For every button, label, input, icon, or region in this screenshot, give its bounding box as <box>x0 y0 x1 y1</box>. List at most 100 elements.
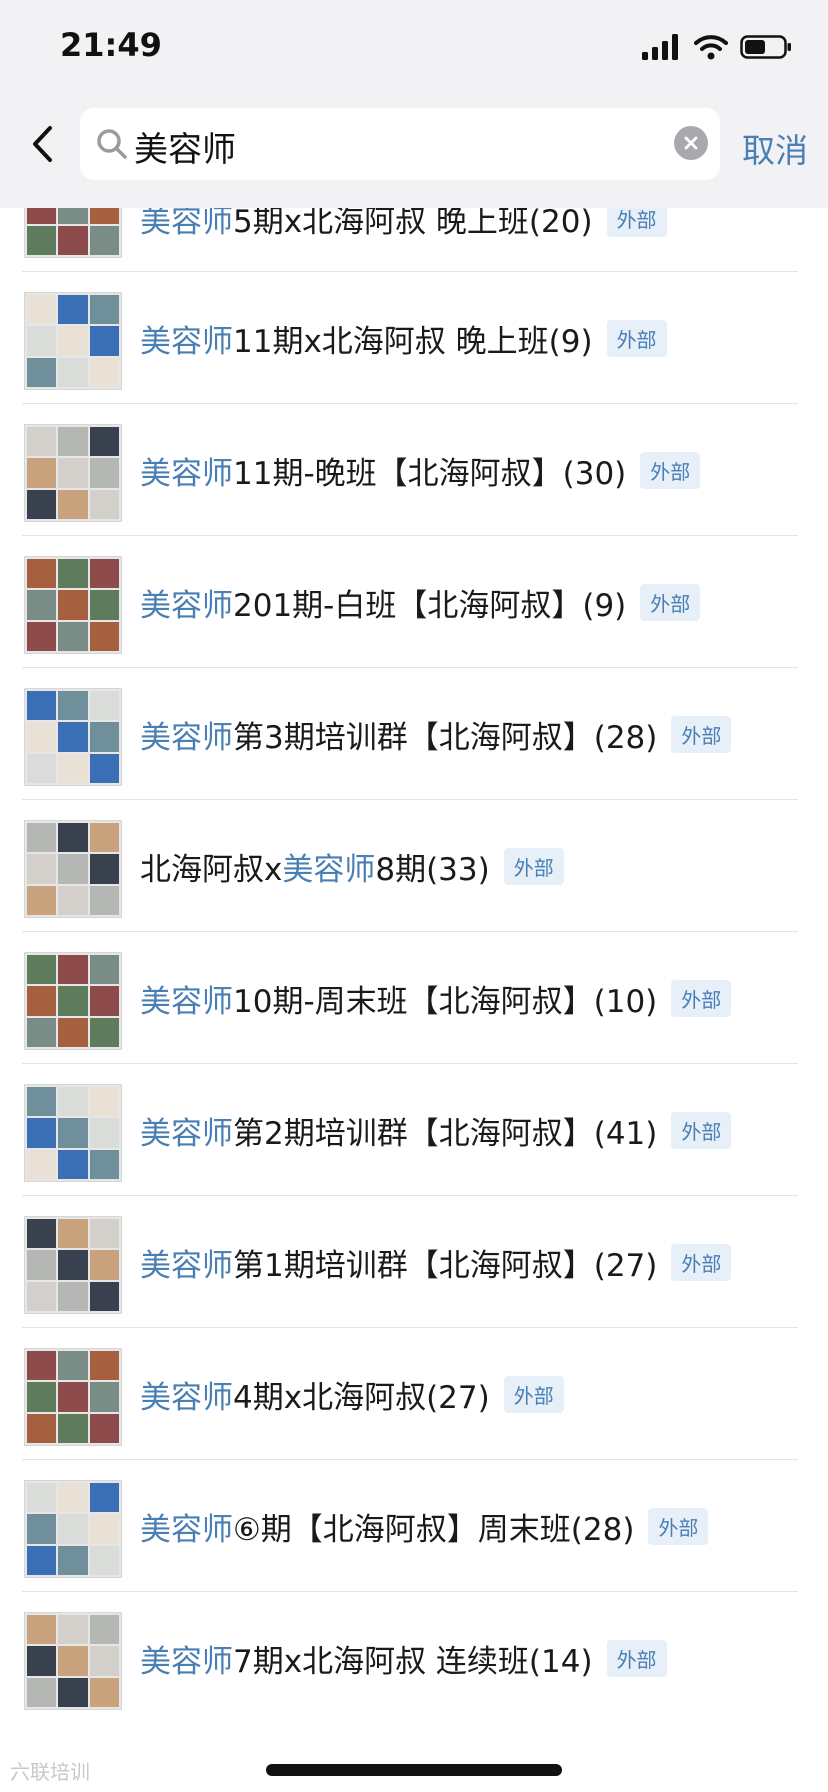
group-chat-row[interactable]: 美容师 第2期培训群【北海阿叔】(41) 外部 <box>22 1064 798 1196</box>
group-chat-row[interactable]: 美容师 10期-周末班【北海阿叔】(10) 外部 <box>22 932 798 1064</box>
member-avatar-tile <box>27 1413 57 1443</box>
member-avatar-tile <box>89 590 119 620</box>
group-title: 美容师 201期-白班【北海阿叔】(9) 外部 <box>140 580 701 625</box>
member-avatar-tile <box>58 1281 88 1311</box>
search-icon <box>97 129 127 159</box>
member-avatar-tile <box>89 1351 119 1381</box>
member-avatar-tile <box>58 1250 88 1280</box>
member-avatar-tile <box>58 986 88 1016</box>
group-chat-row[interactable]: 美容师 第3期培训群【北海阿叔】(28) 外部 <box>22 668 798 800</box>
member-avatar-tile <box>89 1677 119 1707</box>
group-chat-row[interactable]: 美容师 11期-晚班【北海阿叔】(30) 外部 <box>22 404 798 536</box>
group-chat-row[interactable]: 美容师 5期x北海阿叔 晚上班(20) 外部 <box>22 160 798 272</box>
member-avatar-tile <box>58 326 88 356</box>
member-avatar-tile <box>58 489 88 519</box>
member-avatar-tile <box>58 1514 88 1544</box>
group-title-suffix: 4期x北海阿叔(27) <box>233 1380 490 1416</box>
member-avatar-tile <box>27 1250 57 1280</box>
member-avatar-tile <box>27 691 57 721</box>
status-icons <box>642 34 792 60</box>
group-title-suffix: 7期x北海阿叔 连续班(14) <box>233 1644 593 1680</box>
group-title-suffix: 201期-白班【北海阿叔】(9) <box>233 588 627 624</box>
member-avatar-tile <box>58 1017 88 1047</box>
group-title-highlight: 美容师 <box>140 1116 233 1152</box>
group-title-highlight: 美容师 <box>282 852 376 888</box>
external-badge: 外部 <box>671 1244 732 1281</box>
member-avatar-tile <box>89 1250 119 1280</box>
external-badge: 外部 <box>606 320 667 357</box>
member-avatar-tile <box>89 1219 119 1249</box>
member-avatar-tile <box>58 1677 88 1707</box>
group-avatar <box>24 952 122 1050</box>
search-input[interactable]: 美容师 <box>80 108 720 180</box>
group-title: 美容师 4期x北海阿叔(27) 外部 <box>140 1372 564 1417</box>
member-avatar-tile <box>89 1514 119 1544</box>
member-avatar-tile <box>89 823 119 853</box>
member-avatar-tile <box>89 489 119 519</box>
member-avatar-tile <box>89 955 119 985</box>
search-header: 美容师 取消 <box>0 96 828 208</box>
group-chat-row[interactable]: 北海阿叔x 美容师 8期(33) 外部 <box>22 800 798 932</box>
external-badge: 外部 <box>503 848 564 885</box>
external-badge: 外部 <box>640 584 701 621</box>
member-avatar-tile <box>27 1677 57 1707</box>
clear-search-button[interactable] <box>674 126 708 160</box>
member-avatar-tile <box>27 1514 57 1544</box>
member-avatar-tile <box>27 590 57 620</box>
member-avatar-tile <box>27 1545 57 1575</box>
member-avatar-tile <box>27 753 57 783</box>
member-avatar-tile <box>89 753 119 783</box>
member-avatar-tile <box>27 823 57 853</box>
member-avatar-tile <box>27 621 57 651</box>
group-title-highlight: 美容师 <box>140 588 233 624</box>
member-avatar-tile <box>58 722 88 752</box>
member-avatar-tile <box>58 1413 88 1443</box>
group-chat-row[interactable]: 美容师 4期x北海阿叔(27) 外部 <box>22 1328 798 1460</box>
member-avatar-tile <box>58 621 88 651</box>
group-title: 美容师 第3期培训群【北海阿叔】(28) 外部 <box>140 712 732 757</box>
member-avatar-tile <box>27 722 57 752</box>
cancel-button[interactable]: 取消 <box>742 124 808 172</box>
member-avatar-tile <box>58 854 88 884</box>
member-avatar-tile <box>27 489 57 519</box>
member-avatar-tile <box>89 357 119 387</box>
member-avatar-tile <box>58 559 88 589</box>
group-title-highlight: 美容师 <box>140 1644 233 1680</box>
member-avatar-tile <box>58 1087 88 1117</box>
member-avatar-tile <box>27 295 57 325</box>
group-title-highlight: 美容师 <box>140 984 233 1020</box>
member-avatar-tile <box>27 1149 57 1179</box>
battery-icon <box>740 35 791 59</box>
member-avatar-tile <box>89 1413 119 1443</box>
close-icon <box>684 136 698 150</box>
member-avatar-tile <box>89 1087 119 1117</box>
group-title-highlight: 美容师 <box>140 324 233 360</box>
group-title-suffix: 第1期培训群【北海阿叔】(27) <box>233 1248 658 1284</box>
member-avatar-tile <box>27 854 57 884</box>
back-button[interactable] <box>18 120 66 168</box>
group-chat-row[interactable]: 美容师 ⑥期【北海阿叔】周末班(28) 外部 <box>22 1460 798 1592</box>
member-avatar-tile <box>27 1281 57 1311</box>
member-avatar-tile <box>58 1351 88 1381</box>
group-chat-row[interactable]: 美容师 7期x北海阿叔 连续班(14) 外部 <box>22 1592 798 1724</box>
member-avatar-tile <box>58 1483 88 1513</box>
member-avatar-tile <box>89 1545 119 1575</box>
member-avatar-tile <box>27 1219 57 1249</box>
search-query: 美容师 <box>134 130 236 170</box>
member-avatar-tile <box>27 986 57 1016</box>
external-badge: 外部 <box>606 1640 667 1677</box>
cellular-signal-icon <box>642 34 678 60</box>
home-indicator[interactable] <box>266 1764 562 1776</box>
member-avatar-tile <box>58 357 88 387</box>
member-avatar-tile <box>27 1017 57 1047</box>
member-avatar-tile <box>89 1483 119 1513</box>
external-badge: 外部 <box>671 716 732 753</box>
group-title: 美容师 ⑥期【北海阿叔】周末班(28) 外部 <box>140 1504 709 1549</box>
group-chat-row[interactable]: 美容师 11期x北海阿叔 晚上班(9) 外部 <box>22 272 798 404</box>
search-results-list[interactable]: 美容师 5期x北海阿叔 晚上班(20) 外部 美容师 11期x北海阿叔 晚上班(9) 外部… <box>0 160 828 1724</box>
group-chat-row[interactable]: 美容师 第1期培训群【北海阿叔】(27) 外部 <box>22 1196 798 1328</box>
member-avatar-tile <box>89 1382 119 1412</box>
group-chat-row[interactable]: 美容师 201期-白班【北海阿叔】(9) 外部 <box>22 536 798 668</box>
group-title-prefix: 北海阿叔x <box>140 852 283 888</box>
member-avatar-tile <box>58 225 88 255</box>
